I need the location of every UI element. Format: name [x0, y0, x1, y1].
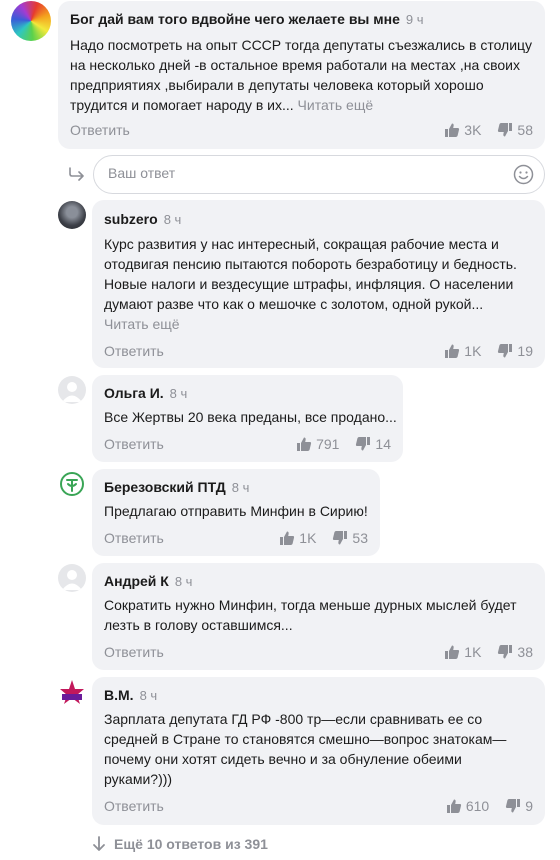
dislike-count: 19 — [517, 343, 533, 359]
comment-author[interactable]: Ольга И. 8 ч — [104, 385, 187, 401]
author-name[interactable]: subzero — [104, 211, 158, 227]
comment-text: Все Жертвы 20 века преданы, все продано.… — [104, 409, 397, 425]
dislike-count: 38 — [517, 644, 533, 660]
like-count: 3K — [464, 122, 482, 138]
avatar[interactable] — [11, 1, 51, 41]
like-count: 1K — [299, 530, 317, 546]
vote-group: 3K 58 — [444, 122, 533, 138]
reply-button[interactable]: Ответить — [104, 530, 164, 546]
thumb-up-icon[interactable] — [446, 798, 462, 814]
avatar[interactable] — [58, 470, 86, 498]
comment-text: Предлагаю отправить Минфин в Сирию! — [104, 503, 368, 519]
dislike-count: 53 — [352, 530, 368, 546]
thumb-up-icon[interactable] — [444, 122, 460, 138]
reply-button[interactable]: Ответить — [104, 644, 164, 660]
avatar[interactable] — [58, 201, 86, 229]
author-name[interactable]: Ольга И. — [104, 385, 164, 401]
thumb-down-icon[interactable] — [497, 644, 513, 660]
comment-time: 8 ч — [163, 212, 182, 227]
read-more-link[interactable]: Читать ещё — [298, 97, 374, 113]
like-count: 1K — [464, 343, 482, 359]
comment-time: 8 ч — [139, 688, 158, 703]
comment-author[interactable]: subzero 8 ч — [104, 211, 181, 227]
reply-button[interactable]: Ответить — [104, 343, 164, 359]
reply-bubble: Березовский ПТД 8 ч Предлагаю отправить М… — [92, 469, 380, 556]
default-avatar-icon[interactable] — [58, 564, 86, 592]
like-count: 610 — [465, 798, 490, 814]
thumb-up-icon[interactable] — [279, 530, 295, 546]
reply-bubble: Андрей К 8 ч Сократить нужно Минфин, тогд… — [92, 563, 545, 670]
show-more-replies-button[interactable]: Ещё 10 ответов из 391 — [92, 836, 268, 852]
like-count: 1K — [464, 644, 482, 660]
comment-text: Зарплата депутата ГД РФ -800 тр—если сра… — [104, 711, 507, 787]
thumb-down-icon[interactable] — [505, 798, 521, 814]
author-name[interactable]: Андрей К — [104, 573, 169, 589]
reply-button[interactable]: Ответить — [104, 436, 164, 452]
vote-group: 610 9 — [446, 798, 533, 814]
thumb-up-icon[interactable] — [296, 436, 312, 452]
comment-time: 8 ч — [169, 386, 188, 401]
emoji-icon[interactable] — [513, 164, 534, 185]
comment-text: Курс развития у нас интересный, сокращая… — [104, 234, 542, 334]
vote-group: 1K 38 — [444, 644, 533, 660]
arrow-down-icon — [93, 836, 105, 851]
comment-author[interactable]: Березовский ПТД 8 ч — [104, 479, 249, 495]
comment-author[interactable]: Бог дай вам того вдвойне чего желаете вы… — [70, 11, 424, 27]
comment-text: Надо посмотреть на опыт СССР тогда депут… — [70, 35, 540, 115]
comment-bubble: Бог дай вам того вдвойне чего желаете вы… — [58, 1, 545, 149]
comment-author[interactable]: В.М. 8 ч — [104, 687, 157, 703]
more-replies-label[interactable]: Ещё 10 ответов из 391 — [114, 836, 268, 852]
like-count: 791 — [316, 436, 340, 452]
author-name[interactable]: В.М. — [104, 687, 134, 703]
reply-input[interactable] — [108, 165, 488, 181]
thumb-up-icon[interactable] — [444, 343, 460, 359]
read-more-link[interactable]: Читать ещё — [104, 316, 180, 332]
dislike-count: 58 — [517, 122, 533, 138]
author-name[interactable]: Березовский ПТД — [104, 479, 226, 495]
reply-field — [93, 155, 545, 194]
reply-bubble: subzero 8 ч Курс развития у нас интересны… — [92, 200, 545, 368]
author-name[interactable]: Бог дай вам того вдвойне чего желаете вы… — [70, 11, 400, 27]
avatar[interactable] — [58, 678, 86, 706]
comment-body: Курс развития у нас интересный, сокращая… — [104, 236, 517, 312]
reply-button[interactable]: Ответить — [104, 798, 164, 814]
vote-group: 1K 19 — [444, 343, 533, 359]
reply-button[interactable]: Ответить — [70, 122, 130, 138]
dislike-count: 9 — [525, 798, 533, 814]
comment-author[interactable]: Андрей К 8 ч — [104, 573, 192, 589]
comment-time: 8 ч — [231, 480, 250, 495]
default-avatar-icon[interactable] — [58, 376, 86, 404]
reply-bubble: Ольга И. 8 ч Все Жертвы 20 века преданы, … — [92, 375, 403, 462]
comment-time: 8 ч — [174, 574, 193, 589]
vote-group: 791 14 — [296, 436, 391, 452]
dislike-count: 14 — [375, 436, 391, 452]
thumb-down-icon[interactable] — [497, 343, 513, 359]
comment-time: 9 ч — [405, 12, 424, 27]
thumb-up-icon[interactable] — [444, 644, 460, 660]
reply-bubble: В.М. 8 ч Зарплата депутата ГД РФ -800 тр—… — [92, 677, 545, 825]
comment-text: Сократить нужно Минфин, тогда меньше дур… — [104, 597, 517, 633]
reply-arrow-icon — [69, 167, 84, 181]
thumb-down-icon[interactable] — [497, 122, 513, 138]
thumb-down-icon[interactable] — [355, 436, 371, 452]
thumb-down-icon[interactable] — [332, 530, 348, 546]
vote-group: 1K 53 — [279, 530, 368, 546]
